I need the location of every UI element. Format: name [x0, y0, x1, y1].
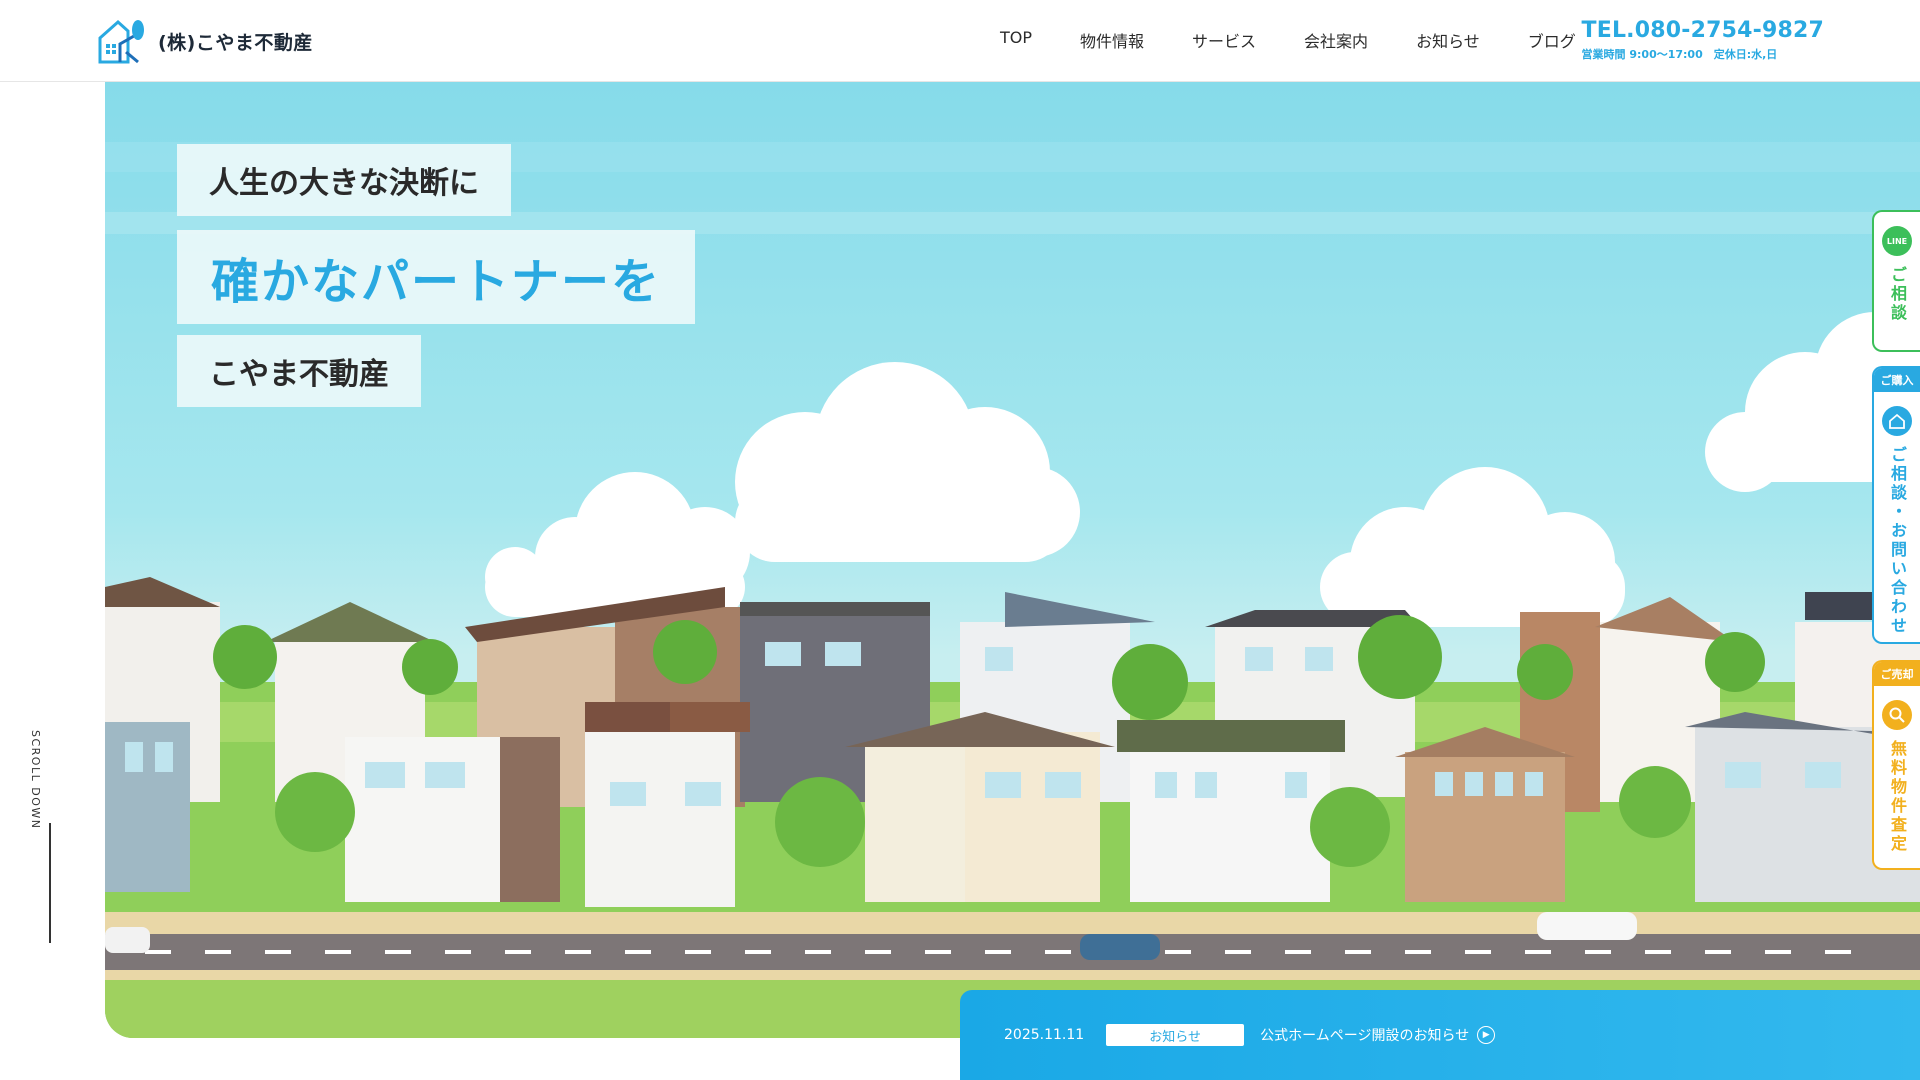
buy-consult-tab[interactable]: ご購入 ご相談・お問い合わせ — [1872, 366, 1920, 644]
scroll-down-label: SCROLL DOWN — [29, 730, 42, 830]
buy-tab-head: ご購入 — [1874, 368, 1920, 392]
townscape-illustration — [105, 142, 1920, 1038]
buy-consult-label: ご相談・お問い合わせ — [1888, 446, 1907, 636]
nav-item-company[interactable]: 会社案内 — [1304, 28, 1368, 52]
house-icon — [1882, 406, 1912, 436]
news-title-link[interactable]: 公式ホームページ開設のお知らせ — [1260, 1025, 1469, 1045]
news-date: 2025.11.11 — [1004, 1027, 1085, 1043]
phone-number[interactable]: TEL.080-2754-9827 — [1582, 18, 1824, 43]
line-icon: LINE — [1882, 226, 1912, 256]
latest-news-bar[interactable]: 2025.11.11 お知らせ 公式ホームページ開設のお知らせ ▶ — [960, 990, 1920, 1080]
hero-catch-line-3: こやま不動産 — [177, 335, 421, 407]
sell-tab-head: ご売却 — [1874, 662, 1920, 686]
line-consult-label: ご相談 — [1888, 266, 1907, 323]
hero-catch-line-1: 人生の大きな決断に — [177, 144, 511, 216]
hero-catch-line-2: 確かなパートナーを — [177, 230, 696, 324]
site-logo[interactable]: (株)こやま不動産 — [96, 16, 313, 66]
line-consult-tab[interactable]: LINE ご相談 — [1872, 210, 1920, 352]
sell-appraisal-tab[interactable]: ご売却 無料物件査定 — [1872, 660, 1920, 870]
play-arrow-icon[interactable]: ▶ — [1477, 1026, 1496, 1044]
hero-section: 人生の大きな決断に 確かなパートナーを こやま不動産 — [105, 82, 1920, 1038]
scroll-line — [49, 823, 51, 943]
nav-item-top[interactable]: TOP — [1000, 28, 1032, 52]
news-category-badge: お知らせ — [1106, 1024, 1245, 1046]
company-name: (株)こやま不動産 — [158, 31, 313, 54]
sell-appraisal-label: 無料物件査定 — [1888, 740, 1907, 854]
nav-item-news[interactable]: お知らせ — [1416, 28, 1480, 52]
house-logo-icon — [98, 19, 144, 64]
search-icon — [1882, 700, 1912, 730]
nav-item-services[interactable]: サービス — [1192, 28, 1256, 52]
main-nav: TOP 物件情報 サービス 会社案内 お知らせ ブログ — [1000, 28, 1624, 52]
nav-item-blog[interactable]: ブログ — [1528, 28, 1576, 52]
nav-item-properties[interactable]: 物件情報 — [1080, 28, 1144, 52]
site-header: (株)こやま不動産 TOP 物件情報 サービス 会社案内 お知らせ ブログ TE… — [0, 0, 1920, 82]
business-hours: 営業時間 9:00〜17:00 定休日:水,日 — [1581, 48, 1778, 61]
contact-block: TEL.080-2754-9827 営業時間 9:00〜17:00 定休日:水,… — [1582, 18, 1824, 62]
